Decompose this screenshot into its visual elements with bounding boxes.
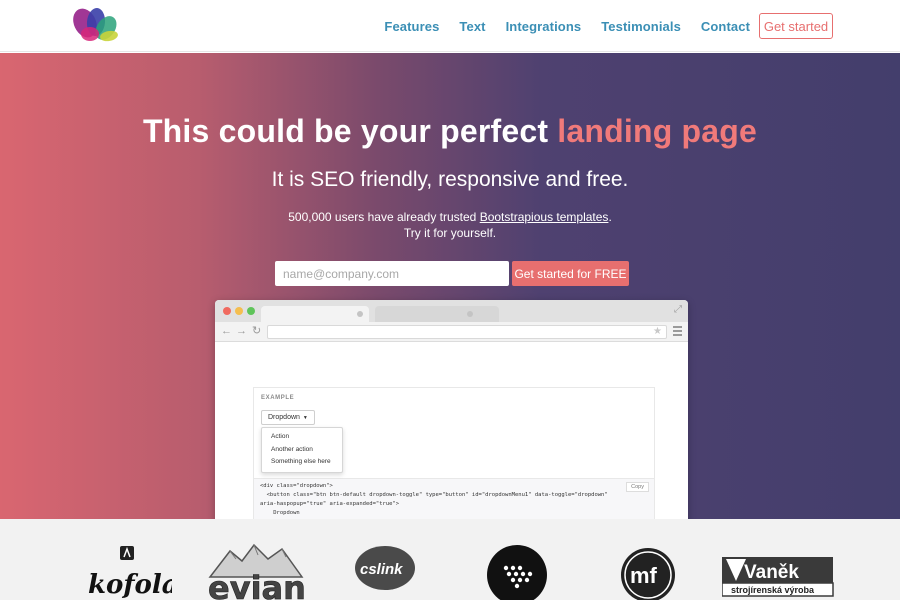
hero-section: This could be your perfect landing page … — [0, 53, 900, 519]
cslink-logo: cslink — [355, 546, 415, 590]
maximize-dot-icon — [247, 307, 255, 315]
nav-link-contact[interactable]: Contact — [701, 19, 750, 34]
tab-favicon-icon — [357, 311, 363, 317]
nav-link-features[interactable]: Features — [384, 19, 439, 34]
vanek-logo: Vaněk strojírenská výroba — [722, 557, 834, 597]
caret-down-icon: ▼ — [302, 414, 308, 421]
hero-info-suffix: . — [608, 210, 612, 224]
code-line: <button class="btn btn-default dropdown-… — [260, 492, 608, 498]
example-panel: EXAMPLE Dropdown ▼ Action Another action… — [253, 387, 655, 479]
dropdown-item: Another action — [271, 445, 313, 453]
navbar: Features Text Integrations Testimonials … — [0, 0, 900, 52]
expand-icon: ⤢ — [674, 304, 682, 315]
browser-tab — [261, 306, 369, 322]
hero-subtitle: It is SEO friendly, responsive and free. — [271, 168, 629, 191]
close-dot-icon — [223, 307, 231, 315]
minimize-dot-icon — [235, 307, 243, 315]
bootstrapious-link[interactable]: Bootstrapious templates — [480, 210, 609, 224]
mf-logo-text: mf — [630, 563, 658, 588]
dropdown-item: Something else here — [271, 458, 331, 465]
forward-arrow-icon: → — [236, 325, 247, 337]
dots-circle-logo — [487, 545, 547, 600]
hero-info: 500,000 users have already trusted Boots… — [0, 209, 900, 241]
get-started-free-button[interactable]: Get started for FREE — [512, 261, 629, 286]
mf-logo: mf — [621, 548, 675, 600]
email-input[interactable] — [275, 261, 509, 286]
nav-link-integrations[interactable]: Integrations — [506, 19, 582, 34]
dropdown-toggle: Dropdown ▼ — [261, 410, 315, 425]
signup-form: Get started for FREE — [275, 261, 629, 286]
star-icon: ★ — [653, 326, 662, 337]
kofola-logo: kofola — [88, 546, 172, 600]
nav-link-text[interactable]: Text — [459, 19, 485, 34]
evian-logo-text: evian — [208, 569, 306, 600]
hero-title-main: This could be your perfect — [142, 113, 558, 149]
code-line: Dropdown — [260, 510, 300, 516]
browser-titlebar: ⤢ — [215, 300, 688, 322]
hero-info-line2: Try it for yourself. — [403, 226, 497, 240]
hamburger-menu-icon — [673, 326, 682, 338]
get-started-button[interactable]: Get started — [759, 13, 833, 39]
hero-info-prefix: 500,000 users have already trusted — [288, 210, 480, 224]
code-line: aria-haspopup="true" aria-expanded="true… — [260, 501, 400, 507]
browser-toolbar: ← → ↻ ★ — [215, 322, 688, 342]
nav-links: Features Text Integrations Testimonials … — [384, 0, 750, 52]
code-line: <div class="dropdown"> — [260, 483, 333, 489]
browser-tab-inactive — [375, 306, 499, 322]
dropdown-item: Action — [271, 433, 290, 440]
hero-title: This could be your perfect landing page — [0, 113, 900, 150]
example-label: EXAMPLE — [261, 395, 295, 401]
client-logos: kofola evian cslink mf Vaněk strojírensk… — [0, 519, 900, 600]
browser-mockup: ⤢ ← → ↻ ★ EXAMPLE Dropdown ▼ Action Anot… — [215, 300, 688, 519]
reload-icon: ↻ — [252, 325, 262, 337]
evian-logo: evian — [208, 543, 306, 600]
nav-link-testimonials[interactable]: Testimonials — [601, 19, 681, 34]
dropdown-label: Dropdown — [268, 414, 300, 421]
cslink-logo-text: cslink — [360, 561, 403, 578]
vanek-logo-text: Vaněk — [744, 562, 799, 583]
address-bar: ★ — [267, 325, 667, 339]
tab-favicon-icon — [467, 311, 473, 317]
back-arrow-icon: ← — [221, 325, 232, 337]
hero-title-accent: landing page — [557, 113, 758, 149]
brand-logo[interactable] — [68, 6, 124, 46]
dropdown-menu: Action Another action Something else her… — [261, 427, 343, 473]
code-panel: Copy <div class="dropdown"> <button clas… — [253, 479, 655, 519]
kofola-logo-text: kofola — [88, 570, 172, 600]
vanek-logo-subtitle: strojírenská výroba — [731, 585, 815, 595]
copy-button: Copy — [626, 482, 649, 492]
